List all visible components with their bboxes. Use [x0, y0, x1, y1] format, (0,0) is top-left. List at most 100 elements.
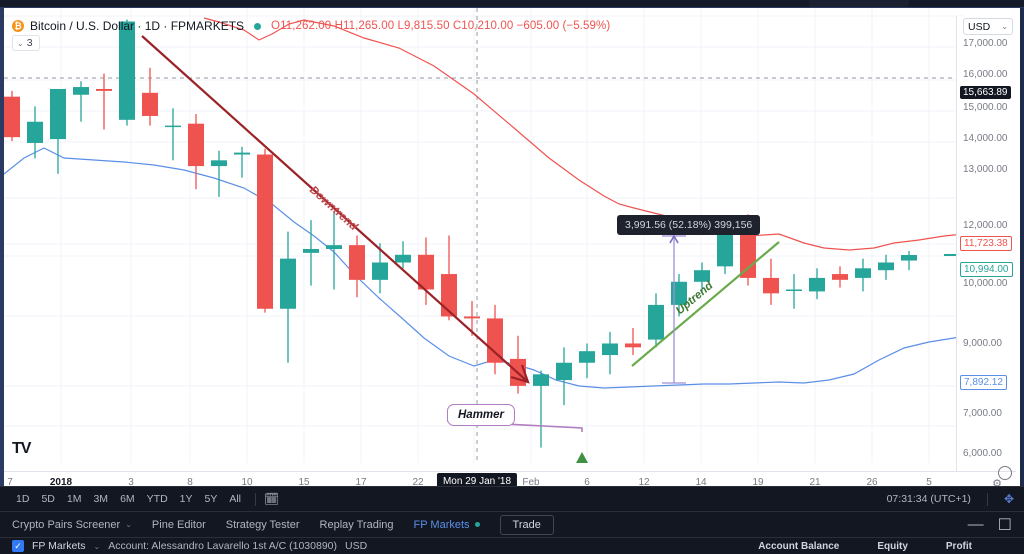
- price-scale[interactable]: USD ⌄ 17,000.00 16,000.00 15,000.00 14,000.…: [956, 16, 1016, 471]
- candle-body: [349, 245, 365, 280]
- panel-window-controls: — ☐: [968, 515, 1012, 535]
- broker-name[interactable]: FP Markets: [32, 540, 85, 552]
- snapshot-icon[interactable]: ✥: [1004, 492, 1014, 506]
- price-tick: 17,000.00: [963, 38, 1008, 49]
- chevron-down-icon[interactable]: ⌄: [1001, 22, 1008, 31]
- chevron-down-icon[interactable]: ⌄: [93, 542, 100, 551]
- trendline-uptrend[interactable]: [631, 241, 780, 367]
- price-tick: 7,000.00: [963, 408, 1002, 419]
- account-bar: ✓ FP Markets ⌄ Account: Alessandro Lavar…: [0, 537, 1024, 554]
- tradingview-window: ₿ Bitcoin / U.S. Dollar · 1D · FPMARKETS…: [0, 0, 1024, 554]
- candle-body: [50, 88, 66, 140]
- trade-button[interactable]: Trade: [499, 514, 554, 535]
- candle-body: [763, 277, 779, 294]
- minimize-icon[interactable]: —: [968, 516, 984, 534]
- candle-body: [901, 255, 917, 261]
- candle-body: [533, 374, 549, 386]
- price-tick: 14,000.00: [963, 133, 1008, 144]
- candle-body: [27, 121, 43, 143]
- range-button-1y[interactable]: 1Y: [174, 491, 199, 507]
- price-tick: 12,000.00: [963, 220, 1008, 231]
- upper-band-price-label: 11,723.38: [960, 236, 1012, 251]
- account-currency: USD: [345, 540, 368, 552]
- tab-label: Replay Trading: [319, 518, 394, 531]
- connected-status-dot: [474, 522, 480, 527]
- tab-replay-trading[interactable]: Replay Trading: [320, 519, 394, 531]
- buy-signal-marker[interactable]: [576, 452, 588, 463]
- chevron-down-icon[interactable]: ⌄: [125, 520, 132, 529]
- candle-body: [142, 92, 158, 116]
- crosshair-price-label: 15,663.89: [960, 86, 1011, 99]
- broker-check-icon: ✓: [12, 540, 24, 552]
- chart-frame: ₿ Bitcoin / U.S. Dollar · 1D · FPMARKETS…: [0, 8, 1024, 494]
- maximize-icon[interactable]: ☐: [998, 515, 1012, 535]
- candle-body: [165, 125, 181, 128]
- range-button-1m[interactable]: 1M: [61, 491, 88, 507]
- candle-body: [395, 254, 411, 263]
- range-button-5y[interactable]: 5Y: [199, 491, 224, 507]
- calendar-icon[interactable]: 🗓: [264, 492, 279, 506]
- candle-body: [809, 277, 825, 292]
- currency-label: USD: [968, 20, 991, 33]
- candle-body: [211, 160, 227, 167]
- candle-body: [4, 96, 20, 138]
- tab-label: FP Markets: [413, 518, 470, 531]
- chart-plot-area[interactable]: [4, 8, 964, 463]
- range-button-5d[interactable]: 5D: [35, 491, 60, 507]
- candle-body: [855, 268, 871, 278]
- tab-strategy-tester[interactable]: Strategy Tester: [226, 519, 300, 531]
- hammer-annotation[interactable]: Hammer: [447, 404, 516, 426]
- tab-label: Crypto Pairs Screener: [12, 518, 121, 531]
- bottom-tab-bar: Crypto Pairs Screener ⌄ Pine Editor Strateg…: [0, 511, 1024, 537]
- clock-area: 07:31:34 (UTC+1) ✥: [887, 492, 1014, 506]
- account-label: Account: Alessandro Lavarello 1st A/C (1…: [108, 540, 337, 552]
- last-price-label: 10,994.00: [960, 262, 1013, 277]
- ohlc-values: O11,262.00 H11,265.00 L9,815.50 C10,210.…: [271, 20, 611, 32]
- toolbar-divider: [255, 492, 257, 506]
- candle-body: [648, 304, 664, 340]
- symbol-title[interactable]: Bitcoin / U.S. Dollar · 1D · FPMARKETS: [30, 19, 244, 33]
- account-column-equity: Equity: [877, 540, 908, 552]
- title-strip-bump: [809, 0, 909, 7]
- tab-crypto-pairs-screener[interactable]: Crypto Pairs Screener ⌄: [12, 519, 132, 531]
- indicator-badge[interactable]: ⌄ 3: [12, 35, 40, 51]
- bitcoin-icon: ₿: [12, 20, 24, 32]
- candle-body: [303, 248, 319, 253]
- price-tick: 15,000.00: [963, 102, 1008, 113]
- account-column-profit: Profit: [945, 540, 972, 552]
- currency-selector[interactable]: USD ⌄: [963, 18, 1013, 35]
- candle-body: [464, 316, 480, 319]
- measure-tooltip: 3,991.56 (52.18%) 399,156: [617, 215, 761, 235]
- tab-fp-markets[interactable]: FP Markets: [414, 519, 480, 531]
- range-button-ytd[interactable]: YTD: [141, 491, 174, 507]
- candlestick-chart: [4, 8, 964, 463]
- price-tick: 9,000.00: [963, 338, 1002, 349]
- crosshair-magnet-icon[interactable]: [998, 466, 1012, 480]
- range-button-6m[interactable]: 6M: [114, 491, 141, 507]
- clock-divider: [986, 492, 988, 506]
- candle-body: [832, 274, 848, 280]
- candle-body: [73, 87, 89, 95]
- range-button-3m[interactable]: 3M: [87, 491, 114, 507]
- range-button-1d[interactable]: 1D: [10, 491, 35, 507]
- range-button-all[interactable]: All: [223, 491, 247, 507]
- candle-body: [96, 88, 112, 91]
- candle-body: [280, 258, 296, 309]
- lower-band-line: [4, 147, 964, 389]
- candle-body: [556, 362, 572, 381]
- price-tick: 13,000.00: [963, 164, 1008, 175]
- price-tick: 16,000.00: [963, 69, 1008, 80]
- upper-band-line: [203, 17, 964, 251]
- account-column-account-balance: Account Balance: [758, 540, 840, 552]
- candle-body: [372, 262, 388, 280]
- window-title-strip: [0, 0, 1024, 8]
- chevron-down-icon[interactable]: ⌄: [17, 39, 24, 48]
- candle-body: [234, 152, 250, 155]
- candle-body: [579, 351, 595, 363]
- tab-label: Pine Editor: [151, 518, 206, 531]
- tab-pine-editor[interactable]: Pine Editor: [152, 519, 206, 531]
- candle-body: [625, 343, 641, 348]
- clock-label: 07:31:34 (UTC+1): [886, 493, 971, 505]
- candle-body: [257, 154, 273, 309]
- candle-body: [602, 343, 618, 356]
